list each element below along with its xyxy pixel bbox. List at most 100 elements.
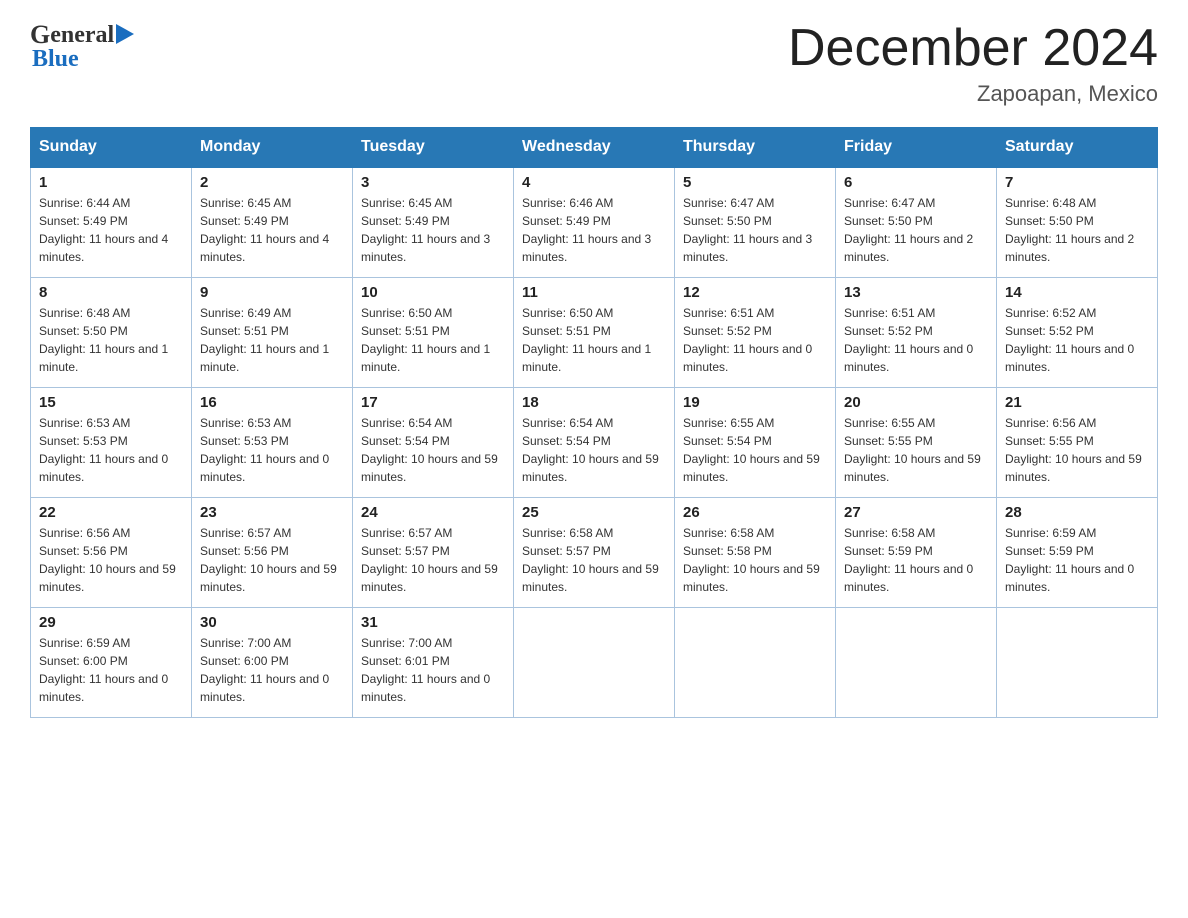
day-info: Sunrise: 6:55 AMSunset: 5:55 PMDaylight:… [844, 414, 988, 486]
day-cell: 10Sunrise: 6:50 AMSunset: 5:51 PMDayligh… [353, 277, 514, 387]
day-cell: 12 Sunrise: 6:51 AMSunset: 5:52 PMDayligh… [675, 277, 836, 387]
day-cell: 17 Sunrise: 6:54 AMSunset: 5:54 PMDayligh… [353, 387, 514, 497]
day-cell: 7 Sunrise: 6:48 AMSunset: 5:50 PMDaylight… [997, 167, 1158, 277]
day-cell: 11Sunrise: 6:50 AMSunset: 5:51 PMDayligh… [514, 277, 675, 387]
day-info: Sunrise: 6:58 AMSunset: 5:58 PMDaylight:… [683, 524, 827, 596]
day-cell: 30Sunrise: 7:00 AMSunset: 6:00 PMDayligh… [192, 607, 353, 717]
day-cell: 15 Sunrise: 6:53 AMSunset: 5:53 PMDayligh… [31, 387, 192, 497]
day-info: Sunrise: 6:50 AMSunset: 5:51 PMDaylight:… [522, 304, 666, 376]
day-cell: 9Sunrise: 6:49 AMSunset: 5:51 PMDaylight… [192, 277, 353, 387]
title-block: December 2024 Zapoapan, Mexico [788, 20, 1158, 107]
day-info: Sunrise: 6:52 AMSunset: 5:52 PMDaylight:… [1005, 304, 1149, 376]
day-info: Sunrise: 6:47 AMSunset: 5:50 PMDaylight:… [683, 194, 827, 266]
header-saturday: Saturday [997, 128, 1158, 168]
day-info: Sunrise: 6:53 AMSunset: 5:53 PMDaylight:… [200, 414, 344, 486]
day-number: 28 [1005, 504, 1149, 521]
logo-blue-text: Blue [32, 46, 79, 73]
location: Zapoapan, Mexico [788, 81, 1158, 107]
day-cell [514, 607, 675, 717]
day-cell: 4 Sunrise: 6:46 AMSunset: 5:49 PMDaylight… [514, 167, 675, 277]
logo-eneral: eneral [50, 22, 114, 49]
header-friday: Friday [836, 128, 997, 168]
day-number: 26 [683, 504, 827, 521]
day-cell: 5Sunrise: 6:47 AMSunset: 5:50 PMDaylight… [675, 167, 836, 277]
day-number: 2 [200, 174, 344, 191]
day-info: Sunrise: 6:59 AMSunset: 6:00 PMDaylight:… [39, 634, 183, 706]
day-number: 31 [361, 614, 505, 631]
day-number: 1 [39, 174, 183, 191]
day-cell: 22 Sunrise: 6:56 AMSunset: 5:56 PMDayligh… [31, 497, 192, 607]
day-cell: 6 Sunrise: 6:47 AMSunset: 5:50 PMDaylight… [836, 167, 997, 277]
logo: G eneral Blue [30, 20, 134, 73]
day-number: 21 [1005, 394, 1149, 411]
day-cell: 14 Sunrise: 6:52 AMSunset: 5:52 PMDayligh… [997, 277, 1158, 387]
day-number: 25 [522, 504, 666, 521]
day-number: 29 [39, 614, 183, 631]
week-row-5: 29 Sunrise: 6:59 AMSunset: 6:00 PMDayligh… [31, 607, 1158, 717]
day-info: Sunrise: 6:57 AMSunset: 5:56 PMDaylight:… [200, 524, 344, 596]
day-cell: 21 Sunrise: 6:56 AMSunset: 5:55 PMDayligh… [997, 387, 1158, 497]
page-header: G eneral Blue December 2024 Zapoapan, Me… [30, 20, 1158, 107]
day-number: 7 [1005, 174, 1149, 191]
header-tuesday: Tuesday [353, 128, 514, 168]
day-cell: 16 Sunrise: 6:53 AMSunset: 5:53 PMDayligh… [192, 387, 353, 497]
day-number: 16 [200, 394, 344, 411]
day-cell [836, 607, 997, 717]
day-cell: 26 Sunrise: 6:58 AMSunset: 5:58 PMDayligh… [675, 497, 836, 607]
day-info: Sunrise: 6:55 AMSunset: 5:54 PMDaylight:… [683, 414, 827, 486]
day-info: Sunrise: 6:54 AMSunset: 5:54 PMDaylight:… [522, 414, 666, 486]
day-number: 3 [361, 174, 505, 191]
day-info: Sunrise: 6:46 AMSunset: 5:49 PMDaylight:… [522, 194, 666, 266]
header-thursday: Thursday [675, 128, 836, 168]
logo-arrow-icon [116, 24, 134, 44]
day-number: 15 [39, 394, 183, 411]
week-row-1: 1 Sunrise: 6:44 AMSunset: 5:49 PMDaylight… [31, 167, 1158, 277]
day-info: Sunrise: 6:56 AMSunset: 5:55 PMDaylight:… [1005, 414, 1149, 486]
day-cell: 3 Sunrise: 6:45 AMSunset: 5:49 PMDaylight… [353, 167, 514, 277]
day-info: Sunrise: 6:57 AMSunset: 5:57 PMDaylight:… [361, 524, 505, 596]
day-info: Sunrise: 6:51 AMSunset: 5:52 PMDaylight:… [683, 304, 827, 376]
day-number: 22 [39, 504, 183, 521]
day-info: Sunrise: 6:54 AMSunset: 5:54 PMDaylight:… [361, 414, 505, 486]
day-info: Sunrise: 6:45 AMSunset: 5:49 PMDaylight:… [200, 194, 344, 266]
day-cell: 27 Sunrise: 6:58 AMSunset: 5:59 PMDayligh… [836, 497, 997, 607]
day-cell: 2 Sunrise: 6:45 AMSunset: 5:49 PMDaylight… [192, 167, 353, 277]
day-number: 8 [39, 284, 183, 301]
day-number: 14 [1005, 284, 1149, 301]
day-number: 23 [200, 504, 344, 521]
header-sunday: Sunday [31, 128, 192, 168]
day-cell: 25 Sunrise: 6:58 AMSunset: 5:57 PMDayligh… [514, 497, 675, 607]
day-number: 4 [522, 174, 666, 191]
day-info: Sunrise: 6:48 AMSunset: 5:50 PMDaylight:… [1005, 194, 1149, 266]
week-row-2: 8 Sunrise: 6:48 AMSunset: 5:50 PMDaylight… [31, 277, 1158, 387]
day-info: Sunrise: 6:53 AMSunset: 5:53 PMDaylight:… [39, 414, 183, 486]
day-info: Sunrise: 7:00 AMSunset: 6:01 PMDaylight:… [361, 634, 505, 706]
day-number: 27 [844, 504, 988, 521]
day-info: Sunrise: 6:45 AMSunset: 5:49 PMDaylight:… [361, 194, 505, 266]
month-title: December 2024 [788, 20, 1158, 77]
day-info: Sunrise: 6:58 AMSunset: 5:59 PMDaylight:… [844, 524, 988, 596]
week-row-3: 15 Sunrise: 6:53 AMSunset: 5:53 PMDayligh… [31, 387, 1158, 497]
day-number: 6 [844, 174, 988, 191]
day-number: 12 [683, 284, 827, 301]
day-number: 20 [844, 394, 988, 411]
day-cell: 19Sunrise: 6:55 AMSunset: 5:54 PMDayligh… [675, 387, 836, 497]
day-cell [997, 607, 1158, 717]
day-info: Sunrise: 6:44 AMSunset: 5:49 PMDaylight:… [39, 194, 183, 266]
day-cell: 1 Sunrise: 6:44 AMSunset: 5:49 PMDaylight… [31, 167, 192, 277]
day-number: 17 [361, 394, 505, 411]
header-monday: Monday [192, 128, 353, 168]
day-info: Sunrise: 6:56 AMSunset: 5:56 PMDaylight:… [39, 524, 183, 596]
day-cell [675, 607, 836, 717]
day-cell: 31 Sunrise: 7:00 AMSunset: 6:01 PMDayligh… [353, 607, 514, 717]
day-cell: 13 Sunrise: 6:51 AMSunset: 5:52 PMDayligh… [836, 277, 997, 387]
day-info: Sunrise: 6:50 AMSunset: 5:51 PMDaylight:… [361, 304, 505, 376]
day-info: Sunrise: 6:48 AMSunset: 5:50 PMDaylight:… [39, 304, 183, 376]
day-info: Sunrise: 6:51 AMSunset: 5:52 PMDaylight:… [844, 304, 988, 376]
day-number: 24 [361, 504, 505, 521]
day-info: Sunrise: 6:58 AMSunset: 5:57 PMDaylight:… [522, 524, 666, 596]
day-info: Sunrise: 6:47 AMSunset: 5:50 PMDaylight:… [844, 194, 988, 266]
day-cell: 28Sunrise: 6:59 AMSunset: 5:59 PMDayligh… [997, 497, 1158, 607]
day-cell: 20 Sunrise: 6:55 AMSunset: 5:55 PMDayligh… [836, 387, 997, 497]
day-number: 13 [844, 284, 988, 301]
